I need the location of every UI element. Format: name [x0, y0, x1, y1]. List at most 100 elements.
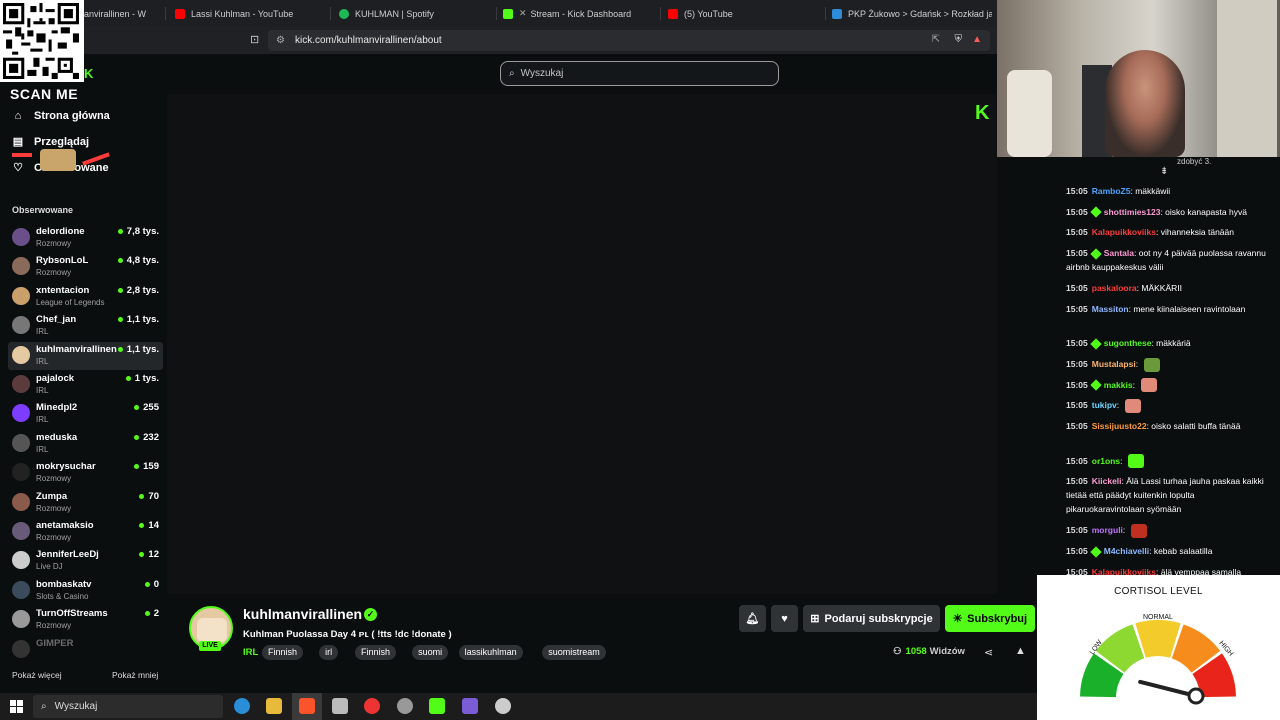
following-item-category: Slots & Casino [36, 591, 89, 601]
chat-panel: zdobyć 3. 15:05 RamboZ5: mäkkäwii 15:05 sho… [1052, 157, 1280, 577]
following-item[interactable]: pajalock IRL 1 tys. [8, 371, 163, 399]
tag-chip[interactable]: suomistream [542, 645, 606, 660]
gift-subs-button[interactable]: ⊞ Podaruj subskrypcje [803, 605, 940, 632]
tab-spotify[interactable]: KUHLMAN | Spotify [339, 0, 489, 27]
chat-username[interactable]: Santala [1104, 248, 1134, 258]
following-item[interactable]: TurnOffStreams Rozmowy 2 [8, 606, 163, 634]
chat-username[interactable]: or1ons [1092, 456, 1120, 466]
tag-chip[interactable]: suomi [412, 645, 449, 660]
brave-icon[interactable] [299, 698, 315, 714]
following-item-name: Zumpa [36, 490, 68, 502]
taskbar-search-input[interactable]: ⌕ Wyszukaj [33, 695, 223, 718]
brave-shield-icon[interactable]: ⛨ [955, 34, 963, 45]
tag-chip[interactable]: Finnish [355, 645, 397, 660]
tab-youtube[interactable]: (5) YouTube [668, 0, 818, 27]
tab-kick-channel[interactable]: anvirallinen - W [84, 0, 162, 27]
tab-pkp[interactable]: PKP Żukowo > Gdańsk > Rozkład jaz [832, 0, 992, 27]
live-dot-icon [134, 434, 140, 440]
tab-kick-dashboard[interactable]: ✕ Stream - Kick Dashboard [503, 0, 653, 27]
following-item[interactable]: JenniferLeeDj Live DJ 12 [8, 547, 163, 575]
tag-chip[interactable]: Finnish [262, 645, 304, 660]
following-item[interactable]: mokrysuchar Rozmowy 159 [8, 459, 163, 487]
url-input[interactable]: ⚙ kick.com/kuhlmanvirallinen/about ⇱ ⛨ ▲ [268, 30, 990, 51]
nav-home[interactable]: ⌂ Strona główna [12, 110, 110, 122]
chrome-icon[interactable] [364, 698, 380, 714]
following-item[interactable]: GIMPER [8, 636, 163, 664]
chat-username[interactable]: M4chiavelli [1104, 546, 1149, 556]
bookmark-icon[interactable]: ⊡ [250, 33, 259, 46]
brave-rewards-icon[interactable]: ▲ [972, 34, 982, 45]
avatar [12, 286, 30, 305]
search-icon: ⌕ [41, 701, 47, 712]
stream-category[interactable]: IRL [243, 647, 258, 658]
following-item[interactable]: bombaskatv Slots & Casino 0 [8, 577, 163, 605]
nav-home-label: Strona główna [34, 110, 110, 122]
show-less-link[interactable]: Pokaż mniej [112, 670, 158, 680]
chat-username[interactable]: sugonthese [1104, 338, 1152, 348]
avatar [12, 522, 30, 540]
following-item-viewers: 1,1 tys. [117, 344, 159, 355]
chat-username[interactable]: Kalapuikkoviiks [1092, 227, 1156, 237]
chat-username[interactable]: morguli [1092, 525, 1123, 535]
chat-scroll-icon[interactable]: ⇟ [1160, 166, 1168, 177]
follow-button[interactable]: ♥ [771, 605, 798, 632]
subscribe-button[interactable]: ✳ Subskrybuj [945, 605, 1035, 632]
chat-text: : vihanneksia tänään [1156, 227, 1234, 238]
channel-name[interactable]: kuhlmanvirallinen [243, 606, 362, 622]
chat-timestamp: 15:05 [1066, 227, 1088, 238]
chat-timestamp: 15:05 [1066, 421, 1088, 431]
following-item[interactable]: anetamaksio Rozmowy 14 [8, 518, 163, 546]
edge-icon[interactable] [234, 698, 250, 714]
chat-username[interactable]: Kiickeli [1092, 476, 1122, 486]
obs-icon[interactable] [397, 698, 413, 714]
following-item[interactable]: Chef_jan IRL 1,1 tys. [8, 312, 163, 340]
following-item[interactable]: xntentacion League of Legends 2,8 tys. [8, 283, 163, 311]
nav-browse[interactable]: ▤ Przeglądaj [12, 136, 89, 148]
following-item-category: League of Legends [36, 297, 105, 307]
chat-username[interactable]: RamboZ5 [1092, 186, 1131, 196]
avatar [12, 610, 30, 629]
following-item[interactable]: Zumpa Rozmowy 70 [8, 489, 163, 517]
sticker-overlay [12, 149, 110, 171]
chat-timestamp: 15:05 [1066, 379, 1088, 390]
video-player[interactable] [167, 94, 997, 594]
chat-username[interactable]: Mustalapsi [1092, 359, 1136, 369]
viewer-count-text: 232 [143, 431, 159, 443]
kick-logo-icon[interactable]: K [84, 66, 94, 81]
share-page-icon[interactable]: ⇱ [932, 34, 940, 45]
following-item[interactable]: kuhlmanvirallinen IRL 1,1 tys. [8, 341, 163, 370]
chat-username[interactable]: Sissijuusto22 [1092, 421, 1147, 431]
app-icon[interactable] [495, 698, 511, 714]
show-more-link[interactable]: Pokaż więcej [12, 670, 62, 680]
site-settings-icon[interactable]: ⚙ [276, 35, 285, 46]
following-item-category: IRL [36, 356, 49, 366]
search-input[interactable]: ⌕ Wyszukaj [500, 61, 779, 86]
chat-username[interactable]: shottimies123 [1104, 207, 1161, 217]
chat-username[interactable]: Massiton [1092, 304, 1129, 314]
viewer-count-text: 2 [153, 608, 159, 620]
following-item[interactable]: Minedpl2 IRL 255 [8, 400, 163, 428]
tab-label: Lassi Kuhlman - YouTube [191, 8, 294, 19]
tab-youtube-lassi[interactable]: Lassi Kuhlman - YouTube [175, 0, 325, 27]
tag-chip[interactable]: irl [319, 645, 339, 660]
streamer-webcam [1105, 50, 1185, 157]
following-item-category: Rozmowy [36, 621, 72, 631]
chat-username[interactable]: tukipv [1092, 400, 1117, 410]
kick-app-icon[interactable] [429, 698, 445, 714]
app-icon[interactable] [462, 698, 478, 714]
chat-username[interactable]: makkis [1104, 380, 1133, 390]
chat-username[interactable]: paskaloora [1092, 283, 1137, 293]
live-dot-icon [125, 376, 131, 381]
following-item[interactable]: delordione Rozmowy 7,8 tys. [8, 224, 163, 252]
notifications-button[interactable]: 🔔︎ [739, 605, 766, 632]
following-item[interactable]: meduska IRL 232 [8, 430, 163, 458]
webcam-overlay [997, 0, 1280, 157]
following-item[interactable]: RybsonLoL Rozmowy 4,8 tys. [8, 253, 163, 281]
file-explorer-icon[interactable] [266, 698, 282, 714]
chat-message: 15:05 morguli: [1066, 523, 1271, 538]
windows-start-icon[interactable] [10, 700, 23, 713]
app-icon[interactable] [332, 698, 348, 714]
tag-chip[interactable]: lassikuhlman [458, 645, 523, 660]
share-icon[interactable]: ⋖ [984, 646, 993, 659]
report-icon[interactable]: ▲ [1015, 645, 1026, 657]
